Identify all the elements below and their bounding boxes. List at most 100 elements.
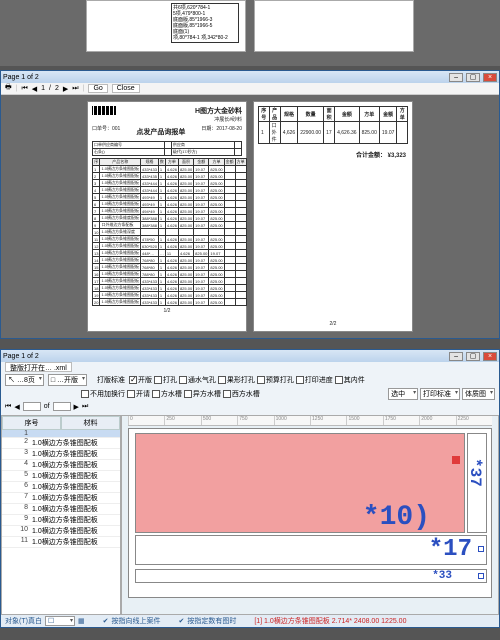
thumbnail-page-2[interactable] — [254, 0, 414, 52]
layout-canvas[interactable]: *10) *37 *17 *33 — [128, 428, 492, 598]
filter-action-button[interactable]: 体质图 — [462, 388, 495, 400]
window-controls: – ▢ × — [448, 352, 497, 361]
thumbnail-strip: 共6项,620*784-15项,479*800-1底面版,85*1966-3底面… — [0, 0, 500, 66]
toolbar-nav-prev-icon[interactable]: ◀ — [32, 85, 37, 93]
btn-left-2[interactable]: □ …开版 — [48, 374, 87, 386]
status-btn-icon[interactable]: ▦ — [78, 617, 85, 625]
page-number-1: 1/2 — [92, 308, 242, 314]
toolbar-nav-first-icon[interactable]: ⏮ — [21, 85, 27, 93]
minimize-button[interactable]: – — [449, 352, 463, 361]
status-combo[interactable]: ☐ — [45, 616, 75, 626]
close-button[interactable]: × — [483, 352, 497, 361]
maximize-button[interactable]: ▢ — [466, 73, 480, 82]
pager-of-label: of — [44, 403, 50, 410]
table-row: 111.0横边方条锥图配板478*501 4.626825.0019.07825… — [93, 236, 247, 243]
pager-total-input[interactable] — [53, 402, 71, 411]
panel-side-strip[interactable]: *37 — [467, 433, 487, 533]
table-row: 21.0横边方条锥图配板433*4351 4.626825.0019.07825… — [93, 173, 247, 180]
list-item[interactable]: 41.0横边方条锥图配板 — [2, 460, 120, 471]
table-row: 1口外件4,62622900.0017 4,626.36825.0019.07 — [259, 122, 408, 144]
toolbar-close-button[interactable]: Close — [112, 84, 140, 93]
filter-checkbox[interactable]: 通水气孔 — [179, 375, 216, 385]
col-material: 材料 — [61, 416, 120, 430]
meta-table: 口单供应商编号 供应商 石条() 级代(17/秒方) — [92, 141, 242, 156]
filter-checkbox[interactable]: 西方水槽 — [223, 389, 260, 399]
layout-canvas-panel: 0250500750100012501500175020002250 *10) … — [121, 415, 499, 615]
filter-checkbox[interactable]: 开请 — [127, 389, 150, 399]
table-row: 81.0横边方条维度配板388*3881 4.626825.0019.07825… — [93, 215, 247, 222]
report-page-1: H图方大金砂料 冲展长#砂料 口单号：001 点发产品询报单 日期：2017-0… — [87, 101, 247, 332]
list-item[interactable]: 51.0横边方条锥图配板 — [2, 471, 120, 482]
panel-band-2[interactable]: *33 — [135, 569, 487, 583]
editor-tab[interactable]: 整版打开在… .xml — [5, 362, 72, 372]
close-button[interactable]: × — [483, 73, 497, 82]
selection-handle[interactable] — [478, 546, 484, 552]
total-value: ¥3,323 — [388, 153, 406, 159]
table-row: 31.0横边方条锥图配板433*4441 4.626825.0019.07825… — [93, 180, 247, 187]
filter-checkbox[interactable]: 其内件 — [335, 375, 365, 385]
table-row: 141.0横边方条锥图配板768*801 4.626825.0019.07825… — [93, 257, 247, 264]
table-row: 151.0横边方条锥图配板768*801 4.626825.0019.07825… — [93, 264, 247, 271]
nav-first-icon[interactable]: ⏮ — [5, 403, 11, 411]
label-49: *37 — [466, 458, 484, 487]
thumbnail-page-1[interactable]: 共6项,620*784-15项,479*800-1底面版,85*1966-3底面… — [86, 0, 246, 52]
filter-action-button[interactable]: 选中 — [388, 388, 418, 400]
list-item[interactable]: 91.0横边方条锥图配板 — [2, 515, 120, 526]
toolbar-page-x: 1 — [41, 85, 45, 92]
nav-last-icon[interactable]: ⏭ — [82, 403, 88, 411]
table-row: 201.0横边方条锥图配板433*4331 4.626825.0019.0782… — [93, 299, 247, 306]
table-row: 61.0横边方条锥图配板493*491 4.626825.0019.07825.… — [93, 201, 247, 208]
editor-tab-bar: 整版打开在… .xml — [1, 362, 499, 372]
editor-pager: ⏮ ◀ of ▶ ⏭ — [5, 402, 495, 411]
detail-table: 序产品名称规格数方单面积金额方单金额方单 11.0横边方条锥图配板433*433… — [92, 158, 247, 306]
report-preview-window: Page 1 of 2 – ▢ × 🖶 | ⏮ ◀ 1 / 2 ▶ ⏭ | Go… — [0, 70, 500, 339]
nav-next-icon[interactable]: ▶ — [74, 403, 79, 411]
label-17: *17 — [429, 536, 472, 563]
table-row: 161.0横边方条锥图配板788*801 4.626825.0019.07825… — [93, 271, 247, 278]
filter-group-label: 打版标准 — [97, 375, 125, 385]
list-item[interactable]: 61.0横边方条锥图配板 — [2, 482, 120, 493]
thumbnail-info-box: 共6项,620*784-15项,479*800-1底面版,85*1966-3底面… — [171, 3, 239, 43]
toolbar-nav-last-icon[interactable]: ⏭ — [72, 85, 78, 93]
btn-left-1[interactable]: ↖ …8页 — [5, 374, 44, 386]
toolbar-go-button[interactable]: Go — [88, 84, 107, 93]
brand-sub: 冲展长#砂料 — [214, 117, 242, 123]
status-mid1[interactable]: 按指向线上案件 — [111, 616, 160, 626]
maximize-button[interactable]: ▢ — [466, 352, 480, 361]
status-mid2[interactable]: 按指定数有图时 — [187, 616, 236, 626]
filter-checkbox[interactable]: 开版 — [129, 375, 152, 385]
minimize-button[interactable]: – — [449, 73, 463, 82]
list-item[interactable]: 1 — [2, 430, 120, 438]
filter-checkbox[interactable]: 方水槽 — [152, 389, 182, 399]
panel-band-1[interactable]: *17 — [135, 535, 487, 565]
list-item[interactable]: 111.0横边方条锥图配板 — [2, 537, 120, 548]
filter-action-button[interactable]: 打印标准 — [420, 388, 460, 400]
filter-checkbox[interactable]: 打印进度 — [296, 375, 333, 385]
table-row: 71.0横边方条锥图配板494*491 4.626825.0019.07825.… — [93, 208, 247, 215]
brand-name: H图方大金砂料 — [195, 108, 242, 115]
table-row: 131.0横边方条锥图配板448*… … 114.626825.0019.07 — [93, 250, 247, 257]
barcode-icon — [92, 106, 116, 123]
toolbar-nav-next-icon[interactable]: ▶ — [63, 85, 68, 93]
report-titlebar: Page 1 of 2 – ▢ × — [1, 71, 499, 83]
list-item[interactable]: 21.0横边方条锥图配板 — [2, 438, 120, 449]
list-item[interactable]: 31.0横边方条锥图配板 — [2, 449, 120, 460]
table-row: 9口外维边方条配板388*3881 4.626825.0019.07825.00 — [93, 222, 247, 229]
filter-checkbox[interactable]: 打孔 — [154, 375, 177, 385]
pager-current-input[interactable] — [23, 402, 41, 411]
selection-handle[interactable] — [478, 573, 484, 579]
editor-main-area: 序号 材料 1 21.0横边方条锥图配板 31.0横边方条锥图配板 41.0横边… — [1, 415, 499, 615]
toolbar-print-icon[interactable]: 🖶 — [5, 83, 12, 94]
filter-checkbox[interactable]: 果形打孔 — [218, 375, 255, 385]
toolbar-page-y: 2 — [55, 85, 59, 92]
list-item[interactable]: 81.0横边方条锥图配板 — [2, 504, 120, 515]
filter-checkbox[interactable]: 预算打孔 — [257, 375, 294, 385]
nav-prev-icon[interactable]: ◀ — [14, 403, 19, 411]
panel-block-main[interactable]: *10) — [135, 433, 465, 533]
list-item[interactable]: 71.0横边方条锥图配板 — [2, 493, 120, 504]
col-seq: 序号 — [2, 416, 61, 430]
filter-checkbox[interactable]: 不用加换行 — [81, 389, 125, 399]
editor-filter-panel: ↖ …8页 □ …开版 打版标准 开版 打孔 通水气孔 果形打孔 预算打孔 打印… — [1, 372, 499, 415]
filter-checkbox[interactable]: 异方水槽 — [184, 389, 221, 399]
list-item[interactable]: 101.0横边方条锥图配板 — [2, 526, 120, 537]
